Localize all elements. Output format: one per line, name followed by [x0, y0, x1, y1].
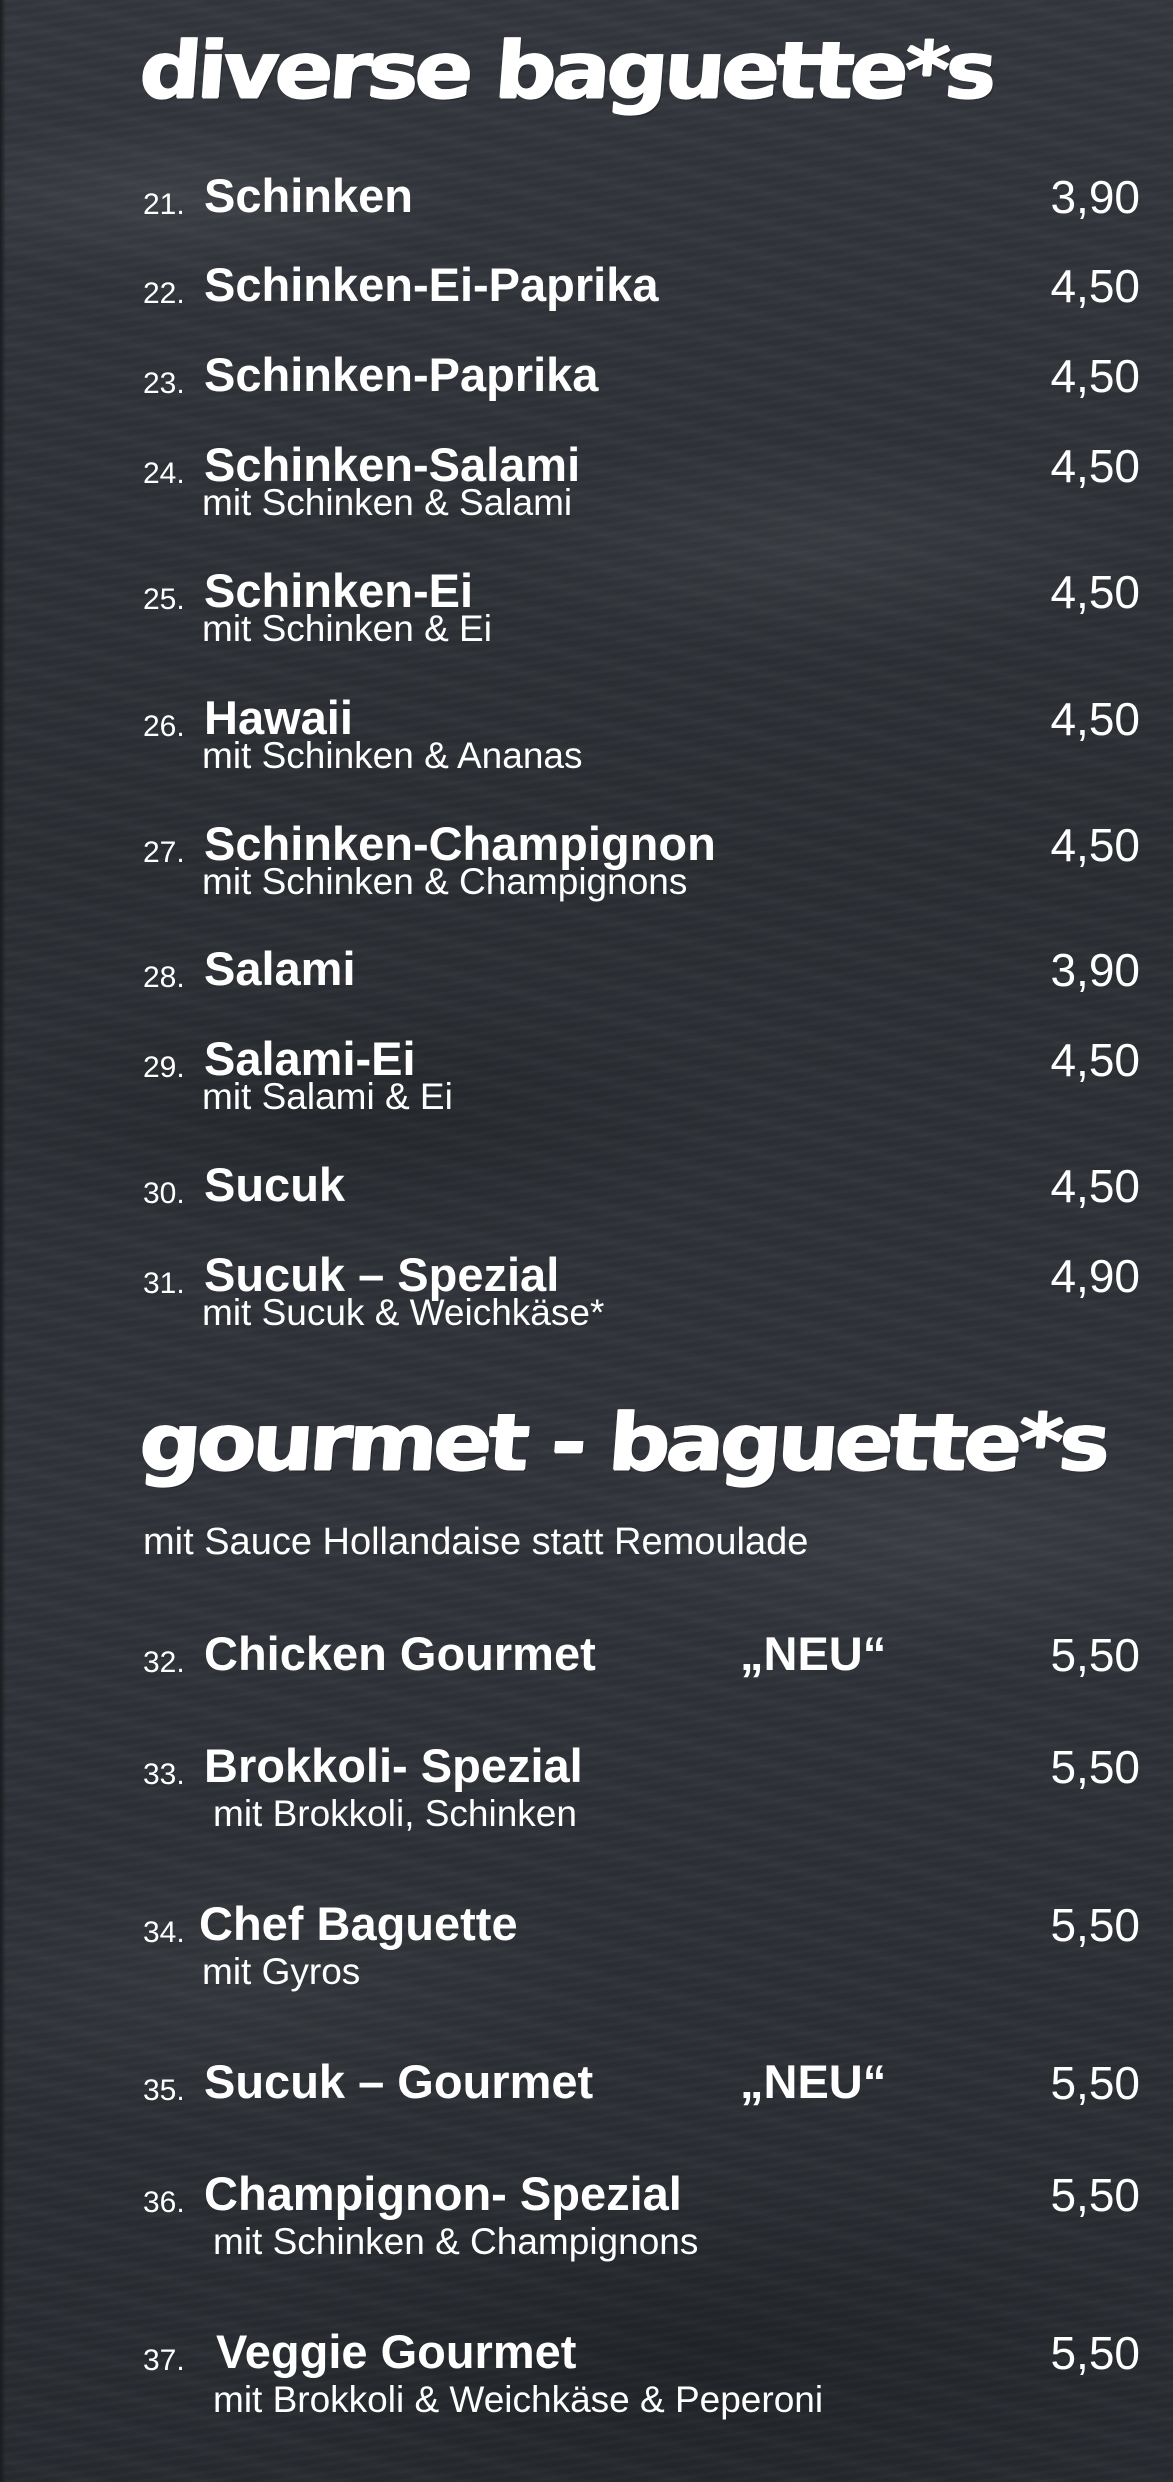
- item-name: Schinken-Paprika: [204, 348, 599, 401]
- item-name: Salami: [204, 942, 356, 995]
- item-number: 32.: [143, 1646, 185, 1679]
- item-number: 33.: [143, 1758, 185, 1791]
- new-badge: „NEU“: [740, 2055, 887, 2108]
- section-title-diverse: diverse baguette*s: [136, 25, 997, 117]
- item-price: 3,90: [1050, 944, 1140, 996]
- item-price: 4,90: [1050, 1250, 1140, 1302]
- item-description: mit Schinken & Champignons: [202, 861, 688, 902]
- item-name: Schinken-Ei-Paprika: [204, 258, 659, 311]
- item-name: Chef Baguette: [199, 1897, 518, 1950]
- item-price: 5,50: [1050, 2169, 1140, 2221]
- item-description: mit Schinken & Champignons: [213, 2221, 699, 2262]
- item-name: Veggie Gourmet: [216, 2325, 577, 2378]
- item-name: Schinken: [204, 169, 413, 222]
- item-description: mit Salami & Ei: [202, 1076, 453, 1117]
- item-price: 5,50: [1050, 1899, 1140, 1951]
- item-price: 4,50: [1050, 260, 1140, 312]
- item-number: 21.: [143, 188, 185, 221]
- item-price: 4,50: [1050, 1034, 1140, 1086]
- item-price: 4,50: [1050, 819, 1140, 871]
- item-name: Sucuk: [204, 1158, 346, 1211]
- item-number: 24.: [143, 457, 185, 490]
- item-name: Brokkoli- Spezial: [204, 1739, 583, 1792]
- item-number: 36.: [143, 2186, 185, 2219]
- item-price: 4,50: [1050, 1160, 1140, 1212]
- item-price: 4,50: [1050, 566, 1140, 618]
- item-price: 3,90: [1050, 171, 1140, 223]
- new-badge: „NEU“: [740, 1627, 887, 1680]
- item-number: 26.: [143, 710, 185, 743]
- section-note: mit Sauce Hollandaise statt Remoulade: [143, 1521, 809, 1563]
- item-number: 34.: [143, 1916, 185, 1949]
- section-title-gourmet: gourmet - baguette*s: [136, 1397, 1110, 1489]
- item-number: 31.: [143, 1267, 185, 1300]
- item-number: 35.: [143, 2074, 185, 2107]
- item-price: 5,50: [1050, 1741, 1140, 1793]
- item-name: Chicken Gourmet: [204, 1627, 596, 1680]
- item-number: 25.: [143, 583, 185, 616]
- item-price: 5,50: [1050, 2327, 1140, 2379]
- menu-board: diverse baguette*s 21. Schinken 3,90 22.…: [0, 0, 1173, 2482]
- item-name: Champignon- Spezial: [204, 2167, 682, 2220]
- item-number: 30.: [143, 1177, 185, 1210]
- item-price: 4,50: [1050, 440, 1140, 492]
- item-description: mit Gyros: [202, 1951, 361, 1992]
- item-price: 5,50: [1050, 2057, 1140, 2109]
- item-description: mit Schinken & Ananas: [202, 735, 583, 776]
- item-number: 37.: [143, 2344, 185, 2377]
- item-name: Sucuk – Gourmet: [204, 2055, 594, 2108]
- item-description: mit Brokkoli, Schinken: [213, 1793, 577, 1834]
- item-number: 28.: [143, 961, 185, 994]
- item-price: 4,50: [1050, 693, 1140, 745]
- item-number: 22.: [143, 277, 185, 310]
- item-description: mit Schinken & Salami: [202, 482, 573, 523]
- item-price: 4,50: [1050, 350, 1140, 402]
- item-number: 27.: [143, 836, 185, 869]
- item-price: 5,50: [1050, 1629, 1140, 1681]
- item-number: 23.: [143, 367, 185, 400]
- item-number: 29.: [143, 1051, 185, 1084]
- item-description: mit Brokkoli & Weichkäse & Peperoni: [213, 2379, 824, 2420]
- item-description: mit Sucuk & Weichkäse*: [202, 1292, 605, 1333]
- item-description: mit Schinken & Ei: [202, 608, 492, 649]
